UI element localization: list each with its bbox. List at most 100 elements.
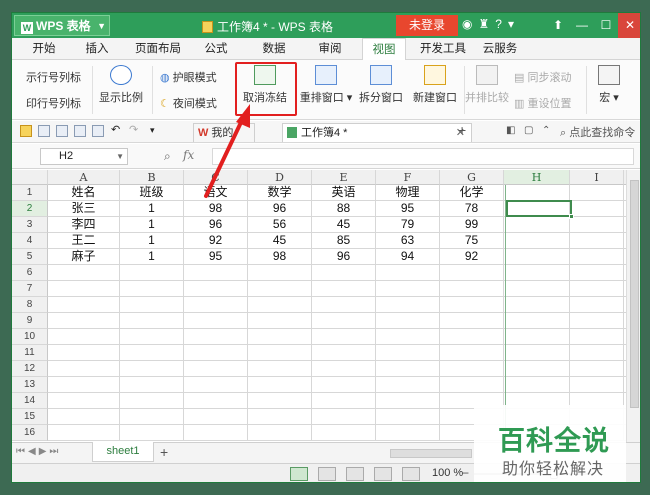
add-sheet-button[interactable]: + [160,444,168,460]
column-header[interactable]: D [248,170,312,185]
table-cell[interactable]: 99 [440,217,504,233]
row-header[interactable]: 16 [12,425,48,441]
table-cell[interactable] [120,265,184,281]
split-window-button[interactable]: 拆分窗口 [356,65,406,105]
eye-protect-icon[interactable] [402,467,420,481]
tab-my-wps[interactable]: W我的WPS [193,123,255,157]
macro-button[interactable]: 宏 ▾ [592,65,626,105]
table-cell[interactable] [570,185,624,201]
name-box[interactable]: H2 ▼ [40,148,128,165]
table-cell[interactable] [440,265,504,281]
new-tab-icon[interactable]: + [458,122,466,138]
zoom-button[interactable]: 显示比例 [98,65,144,105]
table-cell[interactable]: 98 [248,249,312,265]
menu-page-layout[interactable]: 页面布局 [130,38,186,60]
table-cell[interactable] [376,393,440,409]
menu-home[interactable]: 开始 [26,38,62,60]
sheet-nav-arrows[interactable]: ⏮◀▶⏭ [16,446,61,457]
column-header[interactable]: A [48,170,120,185]
skin-icon[interactable]: ◉ [462,17,472,31]
column-header[interactable]: C [184,170,248,185]
table-cell[interactable] [312,393,376,409]
menu-data[interactable]: 数据 [256,38,292,60]
table-cell[interactable] [440,361,504,377]
table-cell[interactable]: 56 [248,217,312,233]
table-cell[interactable] [184,281,248,297]
save-icon[interactable] [38,125,50,137]
table-cell[interactable] [248,345,312,361]
minimize-icon[interactable]: — [570,13,594,38]
collapse-ribbon-icon[interactable]: ⌃ [542,125,550,136]
table-cell[interactable]: 1 [120,201,184,217]
table-cell[interactable] [504,265,570,281]
table-cell[interactable] [48,425,120,441]
table-cell[interactable] [312,425,376,441]
table-cell[interactable] [312,297,376,313]
spreadsheet-grid[interactable]: A B C D E F G H I 1 姓名 班级 语文 数学 英语 物理 化学 2 张三 1 98 96 88 95 78 3 李… [12,170,626,442]
login-button[interactable]: 未登录 [396,15,458,36]
table-cell[interactable] [570,233,624,249]
night-mode-toggle[interactable]: ☾ 夜间模式 [160,95,217,111]
table-cell[interactable] [48,281,120,297]
table-cell[interactable] [120,425,184,441]
table-cell[interactable] [504,185,570,201]
table-cell[interactable] [376,313,440,329]
table-cell[interactable] [440,297,504,313]
vertical-scrollbar[interactable] [626,170,640,482]
table-cell[interactable] [48,297,120,313]
row-header[interactable]: 8 [12,297,48,313]
table-cell[interactable] [376,265,440,281]
maximize-icon[interactable]: ☐ [594,13,618,38]
table-cell[interactable] [312,329,376,345]
table-cell[interactable] [312,361,376,377]
help-icon[interactable]: ? [495,17,502,31]
table-cell[interactable] [120,297,184,313]
table-cell[interactable]: 79 [376,217,440,233]
table-cell[interactable]: 85 [312,233,376,249]
table-cell[interactable] [570,201,624,217]
table-cell[interactable] [570,265,624,281]
table-cell[interactable]: 96 [184,217,248,233]
table-cell[interactable] [248,313,312,329]
table-cell[interactable] [48,345,120,361]
row-header[interactable]: 10 [12,329,48,345]
table-cell[interactable]: 95 [184,249,248,265]
table-cell[interactable] [184,377,248,393]
column-header[interactable]: E [312,170,376,185]
table-cell[interactable] [184,393,248,409]
table-cell[interactable] [570,361,624,377]
table-cell[interactable] [120,329,184,345]
table-cell[interactable] [376,425,440,441]
row-header[interactable]: 13 [12,377,48,393]
column-header[interactable]: F [376,170,440,185]
table-cell[interactable] [570,329,624,345]
table-cell[interactable]: 75 [440,233,504,249]
table-cell[interactable] [248,377,312,393]
undo-icon[interactable]: ↶ [111,123,123,136]
table-cell[interactable] [248,425,312,441]
table-cell[interactable] [440,329,504,345]
table-cell[interactable]: 姓名 [48,185,120,201]
table-cell[interactable] [440,377,504,393]
table-cell[interactable]: 英语 [312,185,376,201]
table-cell[interactable]: 1 [120,217,184,233]
tab-workbook[interactable]: 工作簿4 * ✕ [282,123,472,142]
table-cell[interactable]: 63 [376,233,440,249]
print-row-col-header-option[interactable]: 印行号列标 [26,95,81,111]
table-cell[interactable] [504,217,570,233]
table-cell[interactable] [504,313,570,329]
table-cell[interactable] [184,329,248,345]
table-cell[interactable] [48,409,120,425]
vertical-scroll-thumb[interactable] [630,180,639,408]
table-cell[interactable] [504,329,570,345]
table-cell[interactable] [504,201,570,217]
table-cell[interactable]: 化学 [440,185,504,201]
print-icon[interactable] [74,125,86,137]
command-search[interactable]: ⌕ 点此查找命令 [560,124,635,140]
table-cell[interactable] [570,345,624,361]
table-cell[interactable]: 班级 [120,185,184,201]
table-cell[interactable] [312,281,376,297]
table-cell[interactable] [248,361,312,377]
column-header[interactable]: I [570,170,624,185]
row-header[interactable]: 12 [12,361,48,377]
